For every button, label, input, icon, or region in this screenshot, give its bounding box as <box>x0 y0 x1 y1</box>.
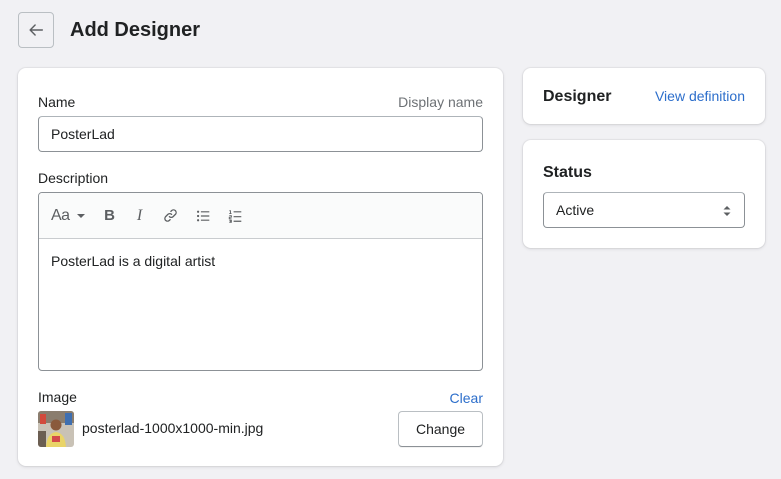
image-file-name: posterlad-1000x1000-min.jpg <box>82 420 264 436</box>
status-card: Status Active <box>523 140 765 248</box>
status-heading: Status <box>543 164 592 181</box>
status-selected-value: Active <box>556 202 595 218</box>
italic-button[interactable]: I <box>130 202 150 230</box>
arrow-left-icon <box>29 24 44 36</box>
page-title: Add Designer <box>70 18 201 41</box>
text-style-dropdown[interactable]: Aa <box>51 202 86 230</box>
description-text-area[interactable]: PosterLad is a digital artist <box>39 239 482 370</box>
bullet-list-icon <box>196 210 209 221</box>
page-header: Add Designer <box>18 12 200 48</box>
status-select[interactable]: Active <box>543 192 745 228</box>
description-label: Description <box>38 170 109 186</box>
description-editor: Aa B I PosterLad is a digital artist <box>38 192 483 371</box>
name-hint: Display name <box>398 94 483 110</box>
text-style-label: Aa <box>51 206 70 224</box>
numbered-list-button[interactable] <box>224 202 246 230</box>
numbered-list-icon <box>228 209 241 223</box>
link-button[interactable] <box>160 202 182 230</box>
editor-toolbar: Aa B I <box>39 193 482 239</box>
designer-card: Designer View definition <box>523 68 765 124</box>
designer-photo-image <box>38 411 74 447</box>
name-input[interactable] <box>38 116 483 152</box>
view-definition-link[interactable]: View definition <box>655 88 745 104</box>
bullet-list-button[interactable] <box>192 202 214 230</box>
clear-image-link[interactable]: Clear <box>450 390 483 406</box>
caret-down-icon <box>76 213 85 218</box>
image-label: Image <box>38 389 77 405</box>
name-label: Name <box>38 94 76 110</box>
change-image-button[interactable]: Change <box>398 411 483 447</box>
back-button[interactable] <box>18 12 54 48</box>
select-arrows-icon <box>723 206 731 216</box>
image-thumbnail <box>38 411 74 447</box>
designer-heading: Designer <box>543 88 612 105</box>
link-icon <box>164 209 177 222</box>
bold-button[interactable]: B <box>100 202 120 230</box>
designer-form-card: Name Display name Description Aa B I <box>18 68 503 466</box>
